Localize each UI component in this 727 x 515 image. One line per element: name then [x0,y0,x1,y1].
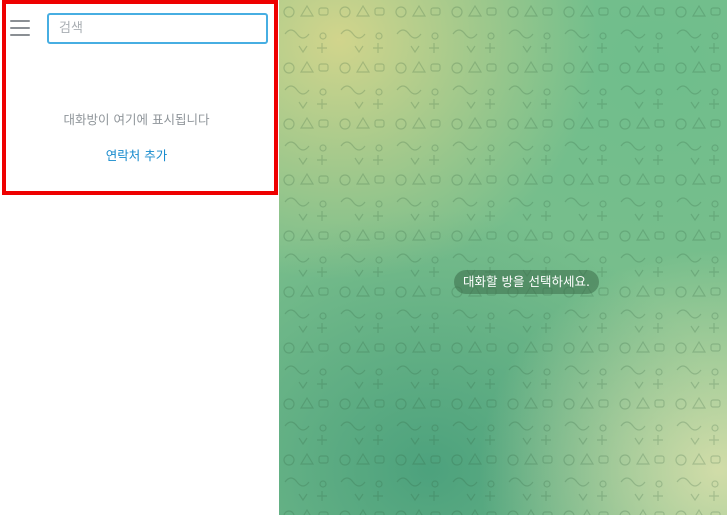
chat-area: 대화할 방을 선택하세요. [279,0,727,515]
add-contact-link[interactable]: 연락처 추가 [0,145,273,164]
menu-line [10,27,30,29]
select-chat-message: 대화할 방을 선택하세요. [454,270,599,294]
chat-background-pattern [279,0,727,515]
hamburger-menu-icon[interactable] [10,20,30,36]
empty-chat-list-message: 대화방이 여기에 표시됩니다 [63,112,210,127]
menu-line [10,34,30,36]
app-window: 대화방이 여기에 표시됩니다 연락처 추가 대화할 방을 선택하세요. [0,0,727,515]
menu-line [10,20,30,22]
sidebar: 대화방이 여기에 표시됩니다 연락처 추가 [0,0,279,515]
search-input[interactable] [47,13,268,44]
